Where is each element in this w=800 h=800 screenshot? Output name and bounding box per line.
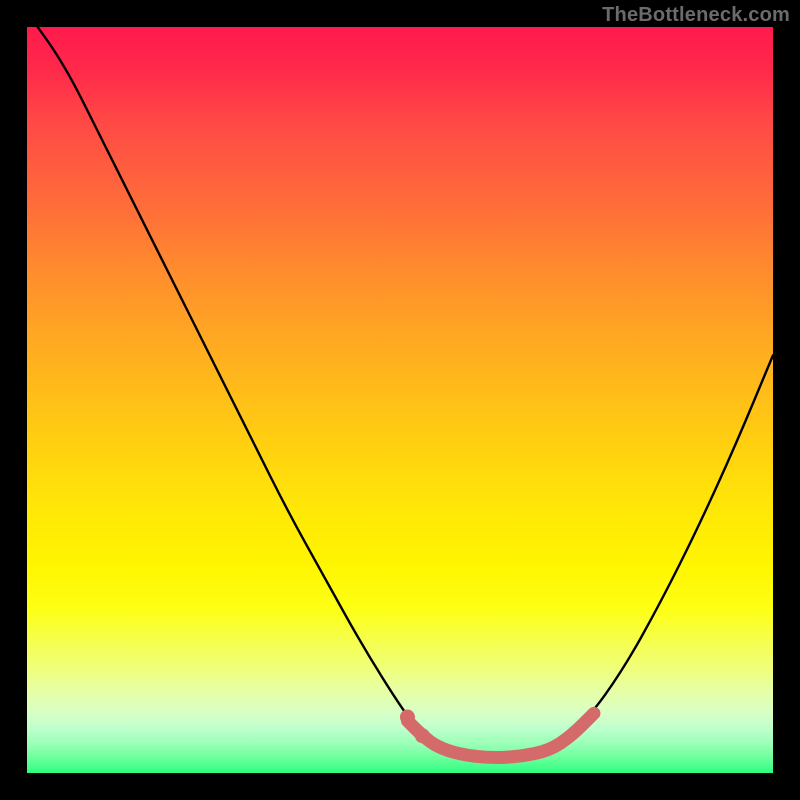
chart-frame: TheBottleneck.com — [0, 0, 800, 800]
branding-text: TheBottleneck.com — [602, 4, 790, 27]
heat-gradient — [27, 27, 773, 773]
plot-area — [27, 27, 773, 773]
